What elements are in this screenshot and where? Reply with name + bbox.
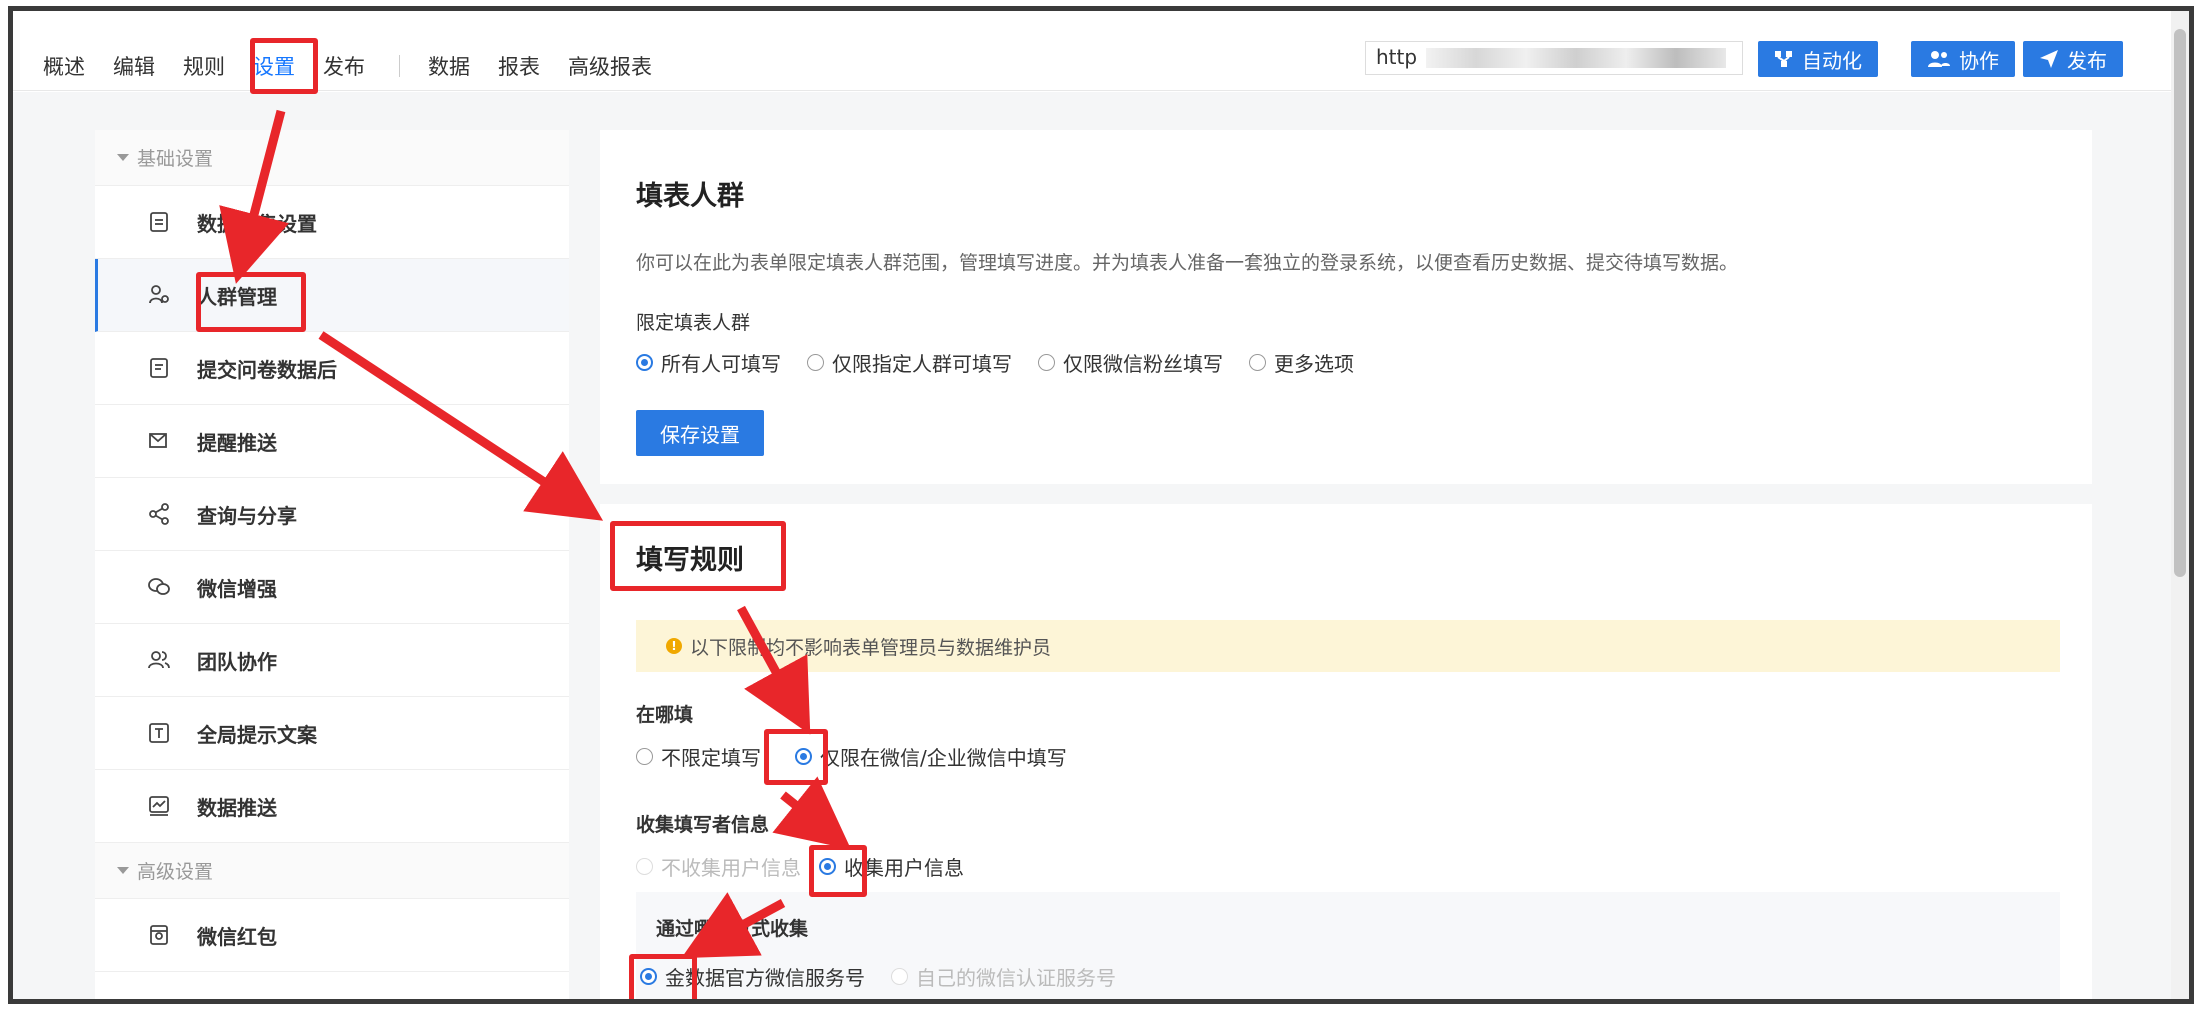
save-settings-button[interactable]: 保存设置 [636, 410, 764, 456]
where-fill-label: 在哪填 [636, 704, 694, 726]
nav-reports[interactable]: 报表 [498, 51, 540, 81]
sidebar-item-label: 提交问卷数据后 [197, 357, 337, 382]
crowd-card-title: 填表人群 [636, 181, 744, 212]
sidebar-item-label: 微信红包 [197, 924, 277, 949]
publish-button[interactable]: 发布 [2023, 41, 2123, 77]
document-list-icon [150, 358, 168, 378]
collect-method-panel: 通过哪种方式收集 金数据官方微信服务号 自己的微信认证服务号 [636, 892, 2060, 999]
automation-button[interactable]: 自动化 [1758, 41, 1878, 77]
automation-label: 自动化 [1802, 48, 1862, 73]
flow-icon [1775, 51, 1792, 67]
where-radio-group: 不限定填写 仅限在微信/企业微信中填写 [636, 742, 1093, 771]
sidebar-item-label: 全局提示文案 [197, 722, 317, 747]
sidebar-item-reminder-push[interactable]: 提醒推送 [95, 405, 569, 478]
radio-wechat-only[interactable]: 仅限在微信/企业微信中填写 [795, 742, 1067, 771]
sidebar-item-label: 数据收集设置 [197, 211, 317, 236]
nav-advanced-reports[interactable]: 高级报表 [568, 51, 652, 81]
warning-icon: ! [666, 638, 682, 654]
scrollbar-thumb[interactable] [2174, 29, 2186, 577]
notice-text: 以下限制均不影响表单管理员与数据维护员 [690, 636, 1052, 659]
sidebar-item-data-push[interactable]: 数据推送 [95, 770, 569, 843]
annotation-box-settings [250, 38, 318, 94]
caret-down-icon [117, 154, 129, 161]
share-icon [149, 503, 169, 525]
sidebar-item-label: 查询与分享 [197, 503, 297, 528]
nav-edit[interactable]: 编辑 [113, 51, 155, 81]
limit-crowd-label: 限定填表人群 [636, 312, 751, 334]
crowd-radio-group: 所有人可填写 仅限指定人群可填写 仅限微信粉丝填写 更多选项 [636, 348, 1380, 377]
annotation-box-collect-radio [809, 845, 867, 897]
page-scrollbar[interactable] [2171, 11, 2189, 999]
group-advanced-settings[interactable]: 高级设置 [95, 843, 569, 899]
red-packet-icon [150, 925, 168, 945]
users-icon [1928, 51, 1950, 67]
sidebar-item-label: 团队协作 [197, 649, 277, 674]
radio-unlimited-fill[interactable]: 不限定填写 [636, 742, 761, 771]
nav-overview[interactable]: 概述 [43, 51, 85, 81]
notice-banner: ! 以下限制均不影响表单管理员与数据维护员 [636, 620, 2060, 672]
annotation-box-wechat-radio [764, 729, 828, 785]
publish-label: 发布 [2067, 48, 2107, 73]
document-icon [150, 212, 168, 232]
url-prefix: http [1376, 45, 1418, 69]
sidebar-item-crowd-management[interactable]: 人群管理 [95, 259, 569, 332]
wechat-icon [148, 578, 170, 595]
sidebar-item-wechat-enhance[interactable]: 微信增强 [95, 551, 569, 624]
radio-everyone[interactable]: 所有人可填写 [636, 348, 781, 377]
crowd-card-description: 你可以在此为表单限定填表人群范围，管理填写进度。并为填表人准备一套独立的登录系统… [636, 252, 1739, 274]
group-basic-settings[interactable]: 基础设置 [95, 130, 569, 186]
sidebar-item-label: 提醒推送 [197, 430, 277, 455]
collaborate-label: 协作 [1959, 48, 1999, 73]
radio-specified-crowd[interactable]: 仅限指定人群可填写 [807, 348, 1012, 377]
annotation-box-method-radio [629, 954, 697, 999]
method-radio-group: 金数据官方微信服务号 自己的微信认证服务号 [640, 962, 1142, 991]
sidebar-item-after-submit[interactable]: 提交问卷数据后 [95, 332, 569, 405]
nav-publish[interactable]: 发布 [323, 51, 365, 81]
sidebar-item-label: 数据推送 [197, 795, 277, 820]
radio-more-options[interactable]: 更多选项 [1249, 348, 1354, 377]
text-box-icon [149, 723, 169, 743]
sidebar-item-team-collab[interactable]: 团队协作 [95, 624, 569, 697]
top-nav: 概述 编辑 规则 设置 发布 数据 报表 高级报表 [43, 51, 680, 81]
sidebar-item-data-collection[interactable]: 数据收集设置 [95, 186, 569, 259]
form-url-field[interactable]: http [1365, 41, 1743, 75]
url-blurred [1426, 48, 1726, 68]
sidebar-item-wechat-red-packet[interactable]: 微信红包 [95, 899, 569, 972]
nav-divider [399, 55, 400, 77]
caret-down-icon [117, 867, 129, 874]
nav-rules[interactable]: 规则 [183, 51, 225, 81]
top-bar: 概述 编辑 规则 设置 发布 数据 报表 高级报表 http 自动化 协作 发布 [13, 11, 2173, 91]
user-group-icon [149, 285, 169, 304]
settings-sidebar: 基础设置 数据收集设置 人群管理 提交问卷数据后 提醒推送 查询与分享 微信增强… [95, 130, 569, 999]
team-icon [148, 651, 170, 669]
sidebar-item-global-text[interactable]: 全局提示文案 [95, 697, 569, 770]
chart-push-icon [149, 796, 169, 816]
paper-plane-icon [2040, 50, 2058, 68]
radio-wechat-fans[interactable]: 仅限微信粉丝填写 [1038, 348, 1223, 377]
collect-info-label: 收集填写者信息 [636, 814, 770, 836]
sidebar-item-query-share[interactable]: 查询与分享 [95, 478, 569, 551]
sidebar-item-label: 微信增强 [197, 576, 277, 601]
nav-data[interactable]: 数据 [428, 51, 470, 81]
screenshot-frame: 概述 编辑 规则 设置 发布 数据 报表 高级报表 http 自动化 协作 发布 [8, 6, 2194, 1004]
collaborate-button[interactable]: 协作 [1911, 41, 2015, 77]
annotation-box-crowd [196, 272, 306, 332]
crowd-card: 填表人群 你可以在此为表单限定填表人群范围，管理填写进度。并为填表人准备一套独立… [600, 130, 2092, 484]
mail-send-icon [149, 433, 167, 448]
collect-method-label: 通过哪种方式收集 [656, 918, 809, 940]
annotation-box-rules-title [610, 521, 786, 591]
radio-no-collect[interactable]: 不收集用户信息 [636, 852, 801, 881]
radio-own-service-account[interactable]: 自己的微信认证服务号 [891, 962, 1116, 991]
